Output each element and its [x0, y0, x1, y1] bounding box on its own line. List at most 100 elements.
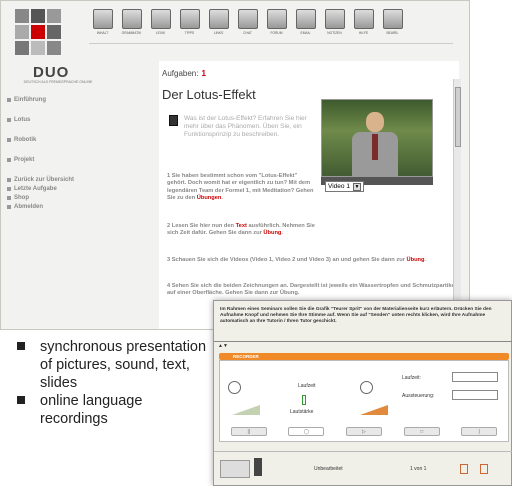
- sidebar-item-label: Robotik: [14, 136, 37, 143]
- feature-item: online language recordings: [17, 392, 212, 428]
- help-icon: [353, 9, 374, 29]
- text-link[interactable]: Text: [236, 223, 247, 229]
- toolbar-label: LINKS: [213, 31, 224, 35]
- sidebar-item[interactable]: Einführung: [7, 95, 137, 104]
- sidebar-item-label: Projekt: [14, 156, 35, 163]
- status-text: Unbearbeitet: [314, 466, 343, 472]
- logo-subtitle: DEUTSCH ALS FREMDSPRACHE ONLINE: [23, 80, 93, 84]
- scrollbar[interactable]: [453, 79, 461, 329]
- sidebar-item[interactable]: Abmelden: [7, 202, 137, 211]
- feature-item: synchronous presentation of pictures, so…: [17, 338, 212, 392]
- task-step-1: 1 Sie haben bestimmt schon vom "Lotus-Ef…: [167, 173, 317, 203]
- recorder-bar-label: RECORDER: [233, 354, 259, 359]
- forward-button[interactable]: ▷: [345, 427, 382, 436]
- volume-low-icon: [232, 405, 260, 415]
- recorder-controls: || ◯ ▷ □ |: [220, 427, 508, 437]
- recorder-panel: Laufzeit Lautstärke Laufzeit: Aussteueru…: [219, 360, 509, 442]
- logo-text: DUO: [33, 64, 70, 81]
- video-player[interactable]: [321, 99, 433, 178]
- toolbar-button-lexik[interactable]: LEXIK: [147, 9, 174, 39]
- runtime-field[interactable]: [452, 372, 498, 382]
- toolbar-button-inhalt[interactable]: INHALT: [89, 9, 116, 39]
- collapse-arrows-icon[interactable]: ▲▼: [218, 343, 228, 349]
- toolbar-label: CHAT: [243, 31, 252, 35]
- bullet-icon: [7, 117, 11, 122]
- toolbar-label: HILFE: [358, 31, 369, 35]
- sidebar-item[interactable]: Projekt: [7, 155, 137, 164]
- recorder-bar: RECORDER: [219, 353, 509, 360]
- sidebar-nav: Einführung Lotus Robotik Projekt Zurück zur …: [7, 95, 137, 211]
- stop-button[interactable]: □: [403, 427, 440, 436]
- tasks-label: Aufgaben:: [162, 69, 199, 78]
- sidebar-item[interactable]: Letzte Aufgabe: [7, 184, 137, 193]
- exercise-link-3[interactable]: Übung: [406, 257, 424, 263]
- step1-end: .: [221, 195, 223, 202]
- recorder-window: Im Rahmen eines Seminars sollen Sie die …: [213, 300, 512, 486]
- divider: [214, 341, 512, 342]
- sidebar-item-label: Lotus: [14, 116, 31, 123]
- tips-icon: [179, 9, 200, 29]
- forum-icon: [266, 9, 287, 29]
- sidebar-item-label: Zurück zur Übersicht: [14, 176, 75, 183]
- sidebar-item[interactable]: Lotus: [7, 115, 137, 124]
- sidebar-item-label: Shop: [14, 194, 29, 201]
- bullet-icon: [7, 97, 11, 102]
- toolbar-button-forum[interactable]: FORUM: [263, 9, 290, 39]
- feature-text: synchronous presentation of pictures, so…: [40, 339, 207, 391]
- play-button[interactable]: ◯: [288, 427, 325, 436]
- toolbar-button-bearb[interactable]: BEARB.: [379, 9, 406, 39]
- toolbar-button-grammatik[interactable]: GRAMMATIK: [118, 9, 145, 39]
- task-number-link[interactable]: 1: [201, 69, 205, 78]
- step3-text: 3 Schauen Sie sich die Videos (Video 1, …: [167, 257, 405, 263]
- lexicon-icon: [150, 9, 171, 29]
- toolbar-button-links[interactable]: LINKS: [205, 9, 232, 39]
- sidebar-item[interactable]: Zurück zur Übersicht: [7, 175, 137, 184]
- feature-text: online language recordings: [40, 393, 143, 427]
- toolbar-label: LEXIK: [155, 31, 166, 35]
- screenshot-root: DUO DEUTSCH ALS FREMDSPRACHE ONLINE INHA…: [0, 0, 512, 486]
- bullet-icon: [17, 342, 25, 350]
- bullet-icon: [7, 195, 11, 200]
- notes-icon: [324, 9, 345, 29]
- volume-high-icon: [360, 405, 388, 415]
- duo-logo: DUO DEUTSCH ALS FREMDSPRACHE ONLINE: [15, 9, 92, 84]
- task-step-2: 2 Lesen Sie hier nun den Text ausführlic…: [167, 223, 317, 238]
- task-step-3: 3 Schauen Sie sich die Videos (Video 1, …: [167, 257, 457, 264]
- toolbar-label: FORUM: [270, 31, 283, 35]
- task-step-4: 4 Sehen Sie sich die beiden Zeichnungen …: [167, 283, 457, 297]
- volume-slider[interactable]: [302, 395, 306, 405]
- duo-window: DUO DEUTSCH ALS FREMDSPRACHE ONLINE INHA…: [0, 0, 470, 330]
- grammar-icon: [121, 9, 142, 29]
- toolbar-button-chat[interactable]: CHAT: [234, 9, 261, 39]
- scrollbar-thumb[interactable]: [455, 87, 461, 147]
- sidebar-item-label: Abmelden: [14, 203, 44, 210]
- bullet-icon: [7, 137, 11, 142]
- runtime-field-label: Laufzeit:: [402, 375, 421, 381]
- runtime-label: Laufzeit: [298, 383, 316, 389]
- info-icon: [169, 115, 178, 126]
- toolbar-label: TIPPS: [184, 31, 195, 35]
- toolbar-button-notizen[interactable]: NOTIZEN: [321, 9, 348, 39]
- video-select[interactable]: Video 1 ▼: [325, 181, 364, 192]
- back-icon[interactable]: [460, 464, 468, 474]
- video-person-tie: [372, 134, 378, 160]
- bullet-icon: [17, 396, 25, 404]
- send-icon[interactable]: [480, 464, 488, 474]
- step2-text: 2 Lesen Sie hier nun den: [167, 223, 235, 229]
- level-field[interactable]: [452, 390, 498, 400]
- end-button[interactable]: |: [461, 427, 498, 436]
- toolbar-button-email[interactable]: EMAIL: [292, 9, 319, 39]
- bullet-icon: [7, 157, 11, 162]
- sidebar-item[interactable]: Shop: [7, 193, 137, 202]
- sidebar-item-label: Einführung: [14, 96, 46, 103]
- record-button[interactable]: ||: [230, 427, 267, 436]
- intro-text: Was ist der Lotus-Effekt? Erfahren Sie h…: [184, 115, 307, 139]
- exercises-link[interactable]: Übungen: [197, 195, 222, 201]
- chevron-down-icon[interactable]: ▼: [352, 182, 361, 191]
- exercise-link-2[interactable]: Übung: [263, 230, 281, 236]
- toolbar-button-tipps[interactable]: TIPPS: [176, 9, 203, 39]
- sidebar-item[interactable]: Robotik: [7, 135, 137, 144]
- toolbar-button-hilfe[interactable]: HILFE: [350, 9, 377, 39]
- clock-icon: [228, 381, 241, 394]
- toolbar-label: BEARB.: [386, 31, 399, 35]
